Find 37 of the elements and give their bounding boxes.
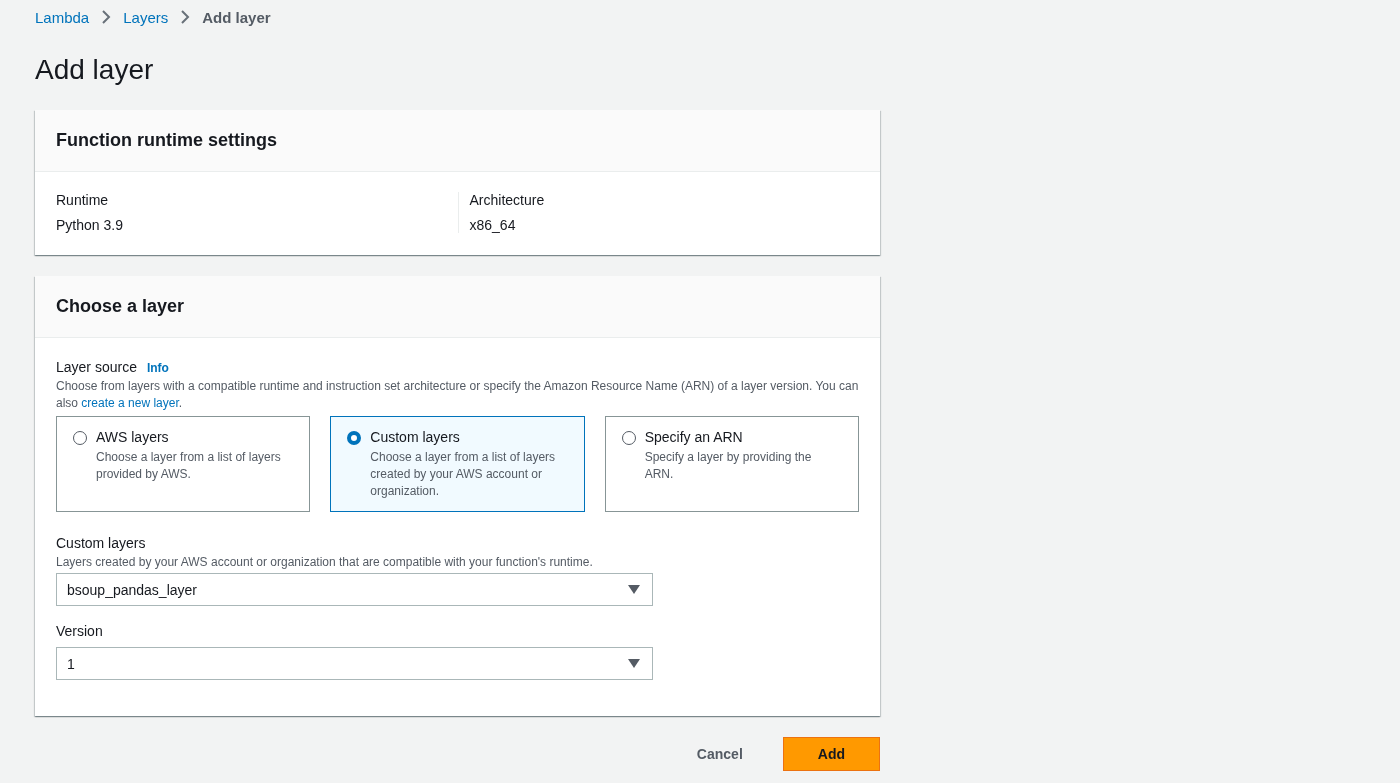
option-description: Specify a layer by providing the ARN. xyxy=(644,449,813,483)
field-value: Python 3.9 xyxy=(56,217,124,233)
field-hint: Layers created by your AWS account or organization that are compatible with your function's runtime. xyxy=(56,555,594,569)
option-description: Choose a layer from a list of layers provided by AWS. xyxy=(96,449,282,483)
layer-source-option[interactable]: AWS layers Choose a layer from a list of layers provided by AWS. xyxy=(56,416,311,512)
field-label: Custom layers xyxy=(56,535,146,551)
option-title: AWS layers xyxy=(96,429,170,445)
radio-button[interactable] xyxy=(621,431,636,445)
field-description: Choose from layers with a compatible runtime and instruction set architecture or specify the Amazon Resource Name (ARN) of a layer version. You can also create a new layer. xyxy=(56,378,859,412)
field-label: Version xyxy=(56,623,103,639)
option-title: Custom layers xyxy=(370,429,461,445)
dropdown-select[interactable]: 1 xyxy=(56,647,653,680)
layer-source-option[interactable]: Specify an ARN Specify a layer by providing the ARN. xyxy=(604,416,859,512)
radio-button[interactable] xyxy=(347,431,362,445)
dropdown-select[interactable]: bsoup_pandas_layer xyxy=(56,573,653,606)
info-link[interactable]: Info xyxy=(146,361,169,375)
create-layer-link[interactable]: create a new layer xyxy=(81,396,179,410)
caret-icon xyxy=(628,659,640,668)
layer-source-option[interactable]: Custom layers Choose a layer from a list of layers created by your AWS account or organization. xyxy=(330,416,585,512)
chevron-right-icon xyxy=(180,10,191,24)
breadcrumb-link[interactable]: Layers xyxy=(123,8,169,26)
option-description: Choose a layer from a list of layers created by your AWS account or organization. xyxy=(370,449,557,500)
breadcrumb-link[interactable]: Lambda xyxy=(35,8,90,26)
field-label: Runtime xyxy=(56,192,110,208)
card-heading: Function runtime settings xyxy=(35,110,880,172)
field-label: Layer source xyxy=(56,359,137,375)
page-title: Add layer xyxy=(35,54,155,86)
card-heading: Choose a layer xyxy=(35,276,880,338)
breadcrumb-current: Add layer xyxy=(202,8,271,26)
field-value: x86_64 xyxy=(469,217,517,233)
cancel-button[interactable]: Cancel xyxy=(676,737,763,771)
caret-icon xyxy=(628,585,640,594)
field-label: Architecture xyxy=(469,192,546,208)
chevron-right-icon xyxy=(101,10,112,24)
radio-button[interactable] xyxy=(73,431,87,445)
add-button[interactable]: Add xyxy=(782,737,880,771)
option-title: Specify an ARN xyxy=(644,429,744,445)
